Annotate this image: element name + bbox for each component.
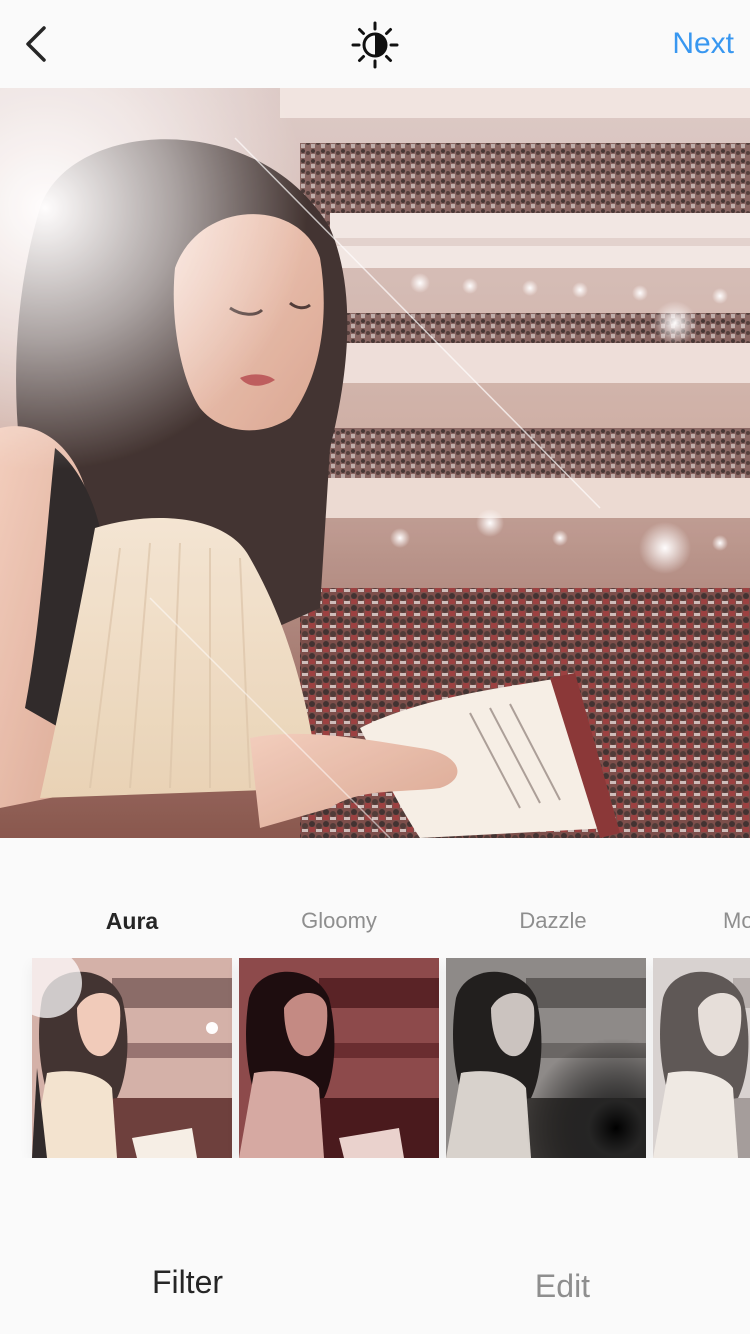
tab-filter[interactable]: Filter: [0, 1264, 375, 1301]
back-button[interactable]: [14, 20, 58, 68]
filter-thumb-mo[interactable]: [653, 958, 750, 1158]
lux-button[interactable]: [350, 20, 400, 70]
filter-thumb-aura[interactable]: [32, 958, 232, 1158]
next-button[interactable]: Next: [672, 24, 734, 64]
photo-image: [0, 88, 750, 838]
filter-thumb-gloomy[interactable]: [239, 958, 439, 1158]
filter-label-dazzle[interactable]: Dazzle: [453, 908, 653, 934]
bottom-tab-bar: Filter Edit: [0, 1234, 750, 1334]
filter-thumb-dazzle[interactable]: [446, 958, 646, 1158]
filter-label-aura[interactable]: Aura: [32, 908, 232, 935]
top-bar: Next: [0, 0, 750, 88]
photo-preview: [0, 88, 750, 838]
filter-label-mo[interactable]: Mo: [723, 908, 750, 934]
lux-sun-icon: [351, 21, 399, 69]
filter-screen: Next Aura Gloomy Dazzle Mo Filter Edit: [0, 0, 750, 1334]
chevron-left-icon: [26, 26, 46, 62]
filter-thumbnails: [0, 958, 750, 1158]
filter-label-gloomy[interactable]: Gloomy: [239, 908, 439, 934]
filter-labels-row: Aura Gloomy Dazzle Mo: [0, 900, 750, 944]
tab-edit[interactable]: Edit: [375, 1268, 750, 1305]
